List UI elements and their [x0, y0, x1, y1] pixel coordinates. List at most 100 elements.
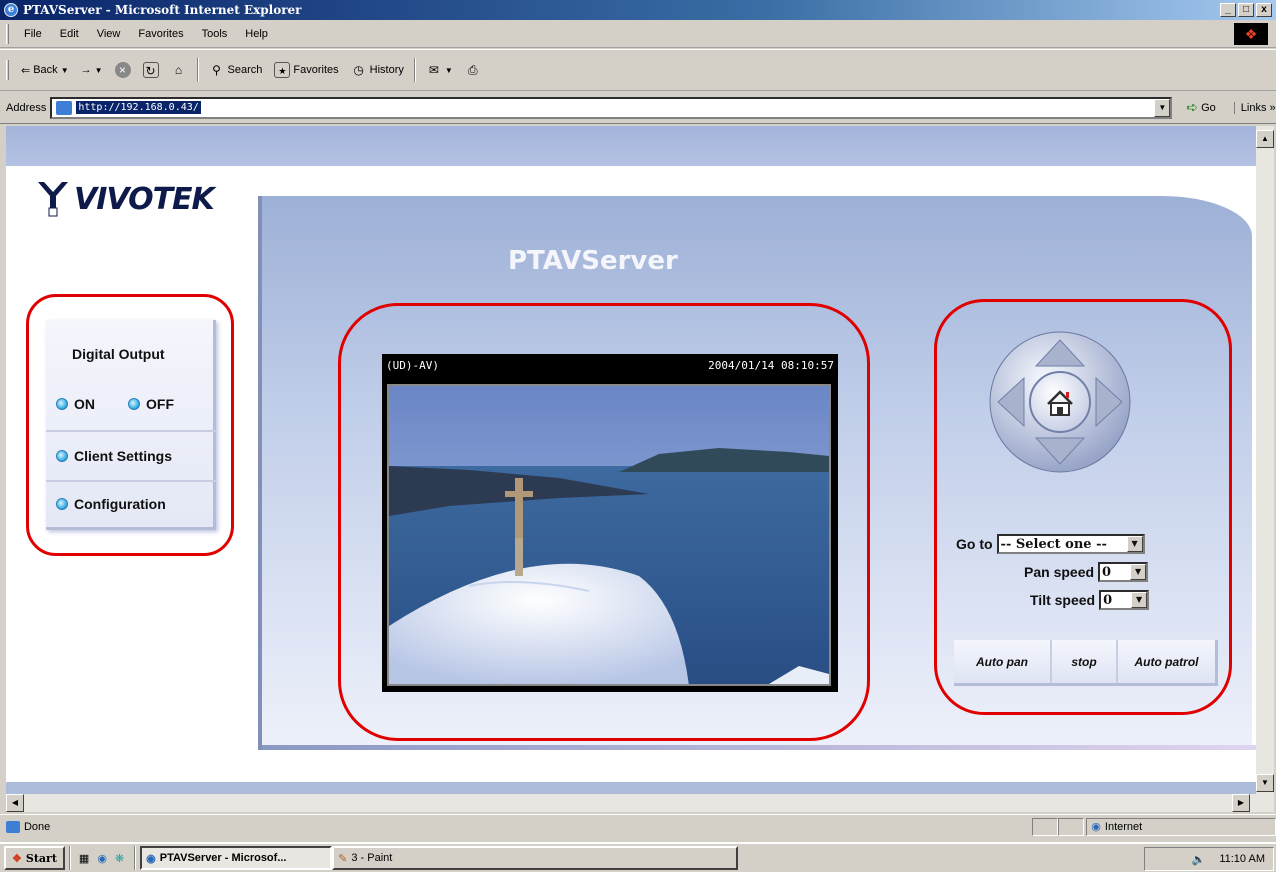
back-arrow-icon: ⇐	[21, 64, 31, 77]
task-paint[interactable]: ✎ 3 - Paint	[332, 846, 739, 870]
menu-bar: File Edit View Favorites Tools Help ❖	[0, 20, 1276, 48]
menu-view[interactable]: View	[88, 28, 130, 40]
stop-button[interactable]: ×	[109, 56, 137, 84]
status-cell-1	[1032, 817, 1059, 836]
window-title: PTAVServer - Microsoft Internet Explorer	[23, 3, 302, 17]
links-label: Links	[1240, 101, 1267, 114]
menu-edit[interactable]: Edit	[51, 28, 88, 40]
close-button[interactable]: x	[1256, 3, 1272, 17]
header-band	[6, 126, 1256, 166]
task-paint-icon: ✎	[338, 852, 348, 865]
search-button[interactable]: ⚲ Search	[203, 56, 269, 84]
history-label: History	[369, 64, 404, 76]
search-icon: ⚲	[212, 63, 221, 77]
forward-button[interactable]: → ▼	[75, 56, 109, 84]
ie-window: e PTAVServer - Microsoft Internet Explor…	[0, 0, 1276, 872]
toolbar-grip-2[interactable]	[6, 60, 9, 80]
menu-tools[interactable]: Tools	[193, 28, 237, 40]
mail-button[interactable]: ✉ ▼	[420, 56, 459, 84]
scroll-left-icon[interactable]: ◀	[6, 794, 24, 812]
forward-arrow-icon: →	[80, 64, 92, 76]
annotation-left-panel	[26, 294, 234, 556]
status-page-icon	[6, 820, 20, 833]
refresh-icon: ↻	[142, 62, 159, 78]
logo-text: VIVOTEK	[74, 181, 215, 217]
search-label: Search	[227, 64, 263, 76]
standard-toolbar: ⇐ Back ▼ → ▼ × ↻ ⌂ ⚲ Search ★ Favorites …	[0, 49, 1276, 91]
start-button[interactable]: ❖ Start	[4, 846, 65, 870]
horizontal-scrollbar[interactable]: ◀ ▶	[6, 794, 1274, 812]
page-title: PTAVServer	[508, 246, 678, 276]
task-ie[interactable]: ◉ PTAVServer - Microsof...	[140, 846, 333, 870]
go-arrow-icon: ➪	[1186, 99, 1199, 115]
status-bar: Done ◉ Internet	[0, 814, 1276, 838]
status-zone: ◉ Internet	[1086, 817, 1276, 836]
toolbar-separator	[196, 58, 199, 82]
frame-bottom-line	[262, 745, 1256, 750]
system-tray: 🔈 11:10 AM	[1144, 847, 1274, 871]
toolbar-grip[interactable]	[6, 23, 9, 44]
windows-flag-icon: ❖	[12, 851, 22, 865]
back-button[interactable]: ⇐ Back ▼	[15, 56, 75, 84]
favorites-button[interactable]: ★ Favorites	[268, 56, 344, 84]
scroll-down-icon[interactable]: ▼	[1256, 774, 1274, 792]
print-button[interactable]: ⎙	[459, 56, 487, 84]
menu-file[interactable]: File	[15, 28, 51, 40]
maximize-button[interactable]: □	[1238, 3, 1254, 17]
mail-dropdown-icon: ▼	[444, 65, 453, 75]
print-icon: ⎙	[467, 63, 478, 77]
scroll-up-icon[interactable]: ▲	[1256, 130, 1274, 148]
channels-quicklaunch-icon[interactable]: ❋	[115, 852, 124, 865]
toolbar-separator-2	[413, 58, 416, 82]
window-controls: _ □ x	[1220, 3, 1272, 17]
history-icon: ◷	[353, 63, 364, 77]
minimize-button[interactable]: _	[1220, 3, 1236, 17]
show-desktop-icon[interactable]: ▦	[79, 852, 89, 865]
annotation-video	[338, 303, 870, 741]
clock: 11:10 AM	[1219, 853, 1265, 865]
go-button[interactable]: ➪ Go	[1186, 99, 1215, 116]
links-button[interactable]: Links »	[1233, 101, 1276, 114]
scroll-right-icon[interactable]: ▶	[1232, 794, 1250, 812]
address-dropdown-icon[interactable]: ▼	[1154, 98, 1171, 117]
internet-globe-icon: ◉	[1091, 821, 1101, 833]
ie-icon: e	[4, 3, 18, 17]
favorites-label: Favorites	[293, 64, 339, 76]
refresh-button[interactable]: ↻	[137, 56, 165, 84]
vertical-scrollbar[interactable]: ▲ ▼	[1256, 126, 1274, 794]
task-ie-label: PTAVServer - Microsof...	[159, 852, 287, 864]
back-label: Back	[33, 64, 58, 76]
title-bar: e PTAVServer - Microsoft Internet Explor…	[0, 0, 1276, 20]
address-bar: Address http://192.168.0.43/ ▼ ➪ Go Link…	[0, 92, 1276, 124]
status-text: Done	[23, 820, 51, 833]
vivotek-logo: VIVOTEK	[36, 180, 215, 218]
start-label: Start	[25, 851, 57, 865]
taskbar-separator-2	[134, 846, 137, 870]
annotation-ptz	[934, 299, 1232, 715]
stop-icon: ×	[114, 62, 131, 78]
task-paint-label: 3 - Paint	[351, 852, 393, 864]
favorites-icon: ★	[274, 62, 291, 78]
menu-favorites[interactable]: Favorites	[129, 28, 192, 40]
back-dropdown-icon[interactable]: ▼	[61, 66, 69, 75]
menu-help[interactable]: Help	[236, 28, 277, 40]
home-icon: ⌂	[174, 63, 183, 77]
address-url[interactable]: http://192.168.0.43/	[76, 101, 201, 114]
status-cell-2	[1058, 817, 1085, 836]
taskbar-separator	[68, 846, 71, 870]
home-button[interactable]: ⌂	[165, 56, 193, 84]
taskbar: ❖ Start ▦ ◉ ❋ ◉ PTAVServer - Microsof...…	[0, 842, 1276, 872]
forward-dropdown-icon[interactable]: ▼	[95, 66, 103, 75]
vivotek-mark-icon	[38, 182, 68, 217]
go-label: Go	[1201, 101, 1216, 114]
status-zone-label: Internet	[1104, 820, 1143, 833]
address-label: Address	[6, 101, 47, 114]
page-icon	[56, 100, 73, 115]
task-ie-icon: ◉	[146, 852, 156, 865]
history-button[interactable]: ◷ History	[345, 56, 410, 84]
volume-icon[interactable]: 🔈	[1192, 853, 1206, 866]
footer-band	[6, 782, 1256, 794]
ie-quicklaunch-icon[interactable]: ◉	[97, 852, 107, 865]
mail-icon: ✉	[428, 63, 439, 77]
address-input[interactable]: http://192.168.0.43/ ▼	[50, 96, 1173, 119]
